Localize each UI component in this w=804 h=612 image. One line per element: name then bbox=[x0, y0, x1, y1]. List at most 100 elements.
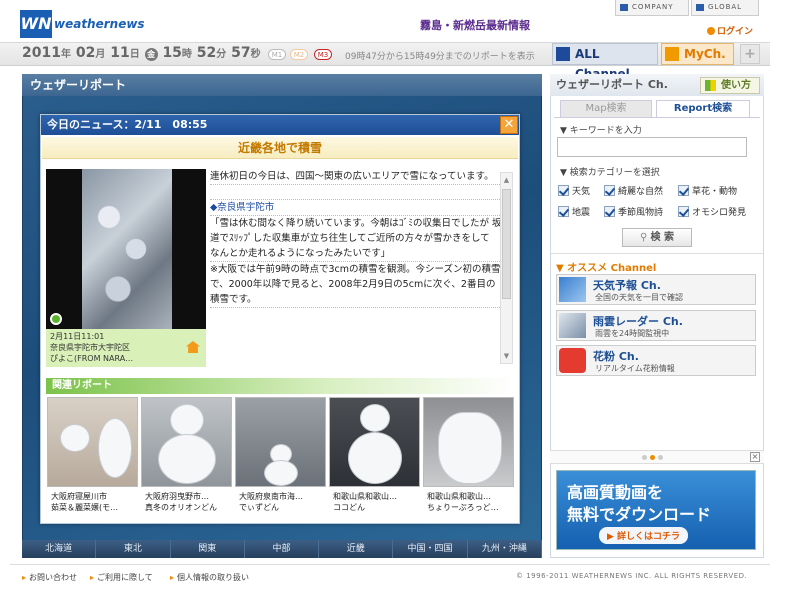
day: 11 bbox=[110, 45, 130, 61]
article-place: ◆奈良県宇陀市 bbox=[210, 200, 502, 216]
login-icon bbox=[707, 27, 715, 35]
related-photo bbox=[235, 397, 326, 487]
my-channel-label: MyCh. bbox=[684, 47, 726, 61]
related-report-item[interactable]: 大阪府羽曳野市… 真冬のオリオンどん bbox=[141, 397, 232, 517]
ad-pager: × bbox=[550, 450, 764, 464]
pager-dot[interactable] bbox=[658, 455, 663, 460]
company-icon bbox=[620, 4, 628, 11]
snowman-body bbox=[348, 432, 402, 484]
close-button[interactable]: ✕ bbox=[500, 116, 518, 134]
zoom-icon[interactable] bbox=[50, 313, 62, 325]
tab-map-search[interactable]: Map検索 bbox=[560, 100, 652, 117]
related-place: 大阪府泉南市海… bbox=[239, 492, 303, 501]
region-tab[interactable]: 九州・沖縄 bbox=[468, 540, 542, 558]
m2-toggle[interactable]: M2 bbox=[290, 49, 308, 60]
category-checkbox[interactable]: 地震 bbox=[558, 205, 590, 218]
search-button[interactable]: ⚲ 検 索 bbox=[622, 228, 692, 247]
keyword-input[interactable] bbox=[557, 137, 747, 157]
minute-unit: 分 bbox=[216, 49, 227, 60]
pager-dot[interactable] bbox=[642, 455, 647, 460]
channel-desc: 全国の天気を一目で確認 bbox=[595, 293, 683, 302]
m1-toggle[interactable]: M1 bbox=[268, 49, 286, 60]
recommend-heading: ▼ オススメ Channel bbox=[556, 263, 657, 274]
all-channel-button[interactable]: ALL Channel bbox=[552, 43, 658, 81]
tv-icon bbox=[665, 47, 679, 61]
news-title: 近畿各地で積雪 bbox=[42, 137, 518, 159]
logo-mark: WN bbox=[20, 10, 52, 38]
article-scrollbar[interactable]: ▲ ▼ bbox=[500, 172, 513, 364]
pager-dot-active[interactable] bbox=[650, 455, 655, 460]
m3-toggle[interactable]: M3 bbox=[314, 49, 332, 60]
global-icon bbox=[696, 4, 704, 11]
related-place: 和歌山県和歌山… bbox=[427, 492, 491, 501]
footer-link-privacy[interactable]: 個人情報の取り扱い bbox=[170, 572, 249, 583]
region-tab[interactable]: 中国・四国 bbox=[393, 540, 468, 558]
add-channel-button[interactable]: + bbox=[740, 44, 760, 64]
caption-user[interactable]: ぴよこ(FROM NARA… bbox=[50, 353, 202, 364]
region-tab[interactable]: 中部 bbox=[245, 540, 320, 558]
category-checkbox[interactable]: 季節風物詩 bbox=[604, 205, 663, 218]
channel-pollen[interactable]: 花粉 Ch. リアルタイム花粉情報 bbox=[556, 345, 756, 376]
search-button-label: 検 索 bbox=[650, 232, 674, 243]
related-report-item[interactable]: 和歌山県和歌山… ココどん bbox=[329, 397, 420, 517]
logo-text: weathernews bbox=[54, 17, 145, 31]
related-user: 真冬のオリオンどん bbox=[145, 503, 217, 512]
pollen-face-icon bbox=[559, 348, 586, 373]
company-button[interactable]: COMPANY bbox=[615, 0, 689, 16]
weekday-badge: 金 bbox=[144, 48, 158, 61]
scroll-up-icon[interactable]: ▲ bbox=[502, 174, 511, 186]
category-label-text: オモシロ発見 bbox=[692, 208, 747, 218]
time-range-info: 09時47分から15時49分までのリポートを表示 bbox=[345, 52, 535, 62]
tab-report-search[interactable]: Report検索 bbox=[656, 100, 750, 117]
search-icon: ⚲ bbox=[640, 232, 651, 243]
region-tab[interactable]: 近畿 bbox=[319, 540, 394, 558]
keyword-label: ▼ キーワードを入力 bbox=[560, 126, 642, 136]
scroll-down-icon[interactable]: ▼ bbox=[502, 350, 511, 362]
company-label: COMPANY bbox=[632, 3, 674, 11]
region-tab[interactable]: 北海道 bbox=[22, 540, 97, 558]
usage-button[interactable]: 使い方 bbox=[700, 77, 760, 94]
global-button[interactable]: GLOBAL bbox=[691, 0, 759, 16]
headline-link[interactable]: 霧島・新燃岳最新情報 bbox=[420, 17, 530, 33]
scroll-thumb[interactable] bbox=[502, 189, 511, 299]
video-download-banner[interactable]: 高画質動画を 無料でダウンロード ▶ 詳しくはコチラ bbox=[556, 470, 756, 550]
day-unit: 日 bbox=[129, 49, 140, 60]
channel-rain-radar[interactable]: 雨雲レーダー Ch. 雨雲を24時間監視中 bbox=[556, 310, 756, 341]
caption-date: 2月11日11:01 bbox=[50, 332, 105, 341]
related-report-item[interactable]: 大阪府泉南市海… でぃずどん bbox=[235, 397, 326, 517]
article-spacer bbox=[210, 185, 502, 200]
channel-weather[interactable]: 天気予報 Ch. 全国の天気を一目で確認 bbox=[556, 274, 756, 305]
my-channel-button[interactable]: MyCh. bbox=[661, 43, 734, 65]
article-quote: 「雪は休む間なく降り続いています。今朝はｺﾞﾐの収集日でしたが 坂道でｽﾘｯﾌﾟ… bbox=[210, 216, 502, 262]
report-photo[interactable] bbox=[46, 169, 206, 329]
footer-link-contact[interactable]: お問い合わせ bbox=[22, 572, 77, 583]
related-place: 和歌山県和歌山… bbox=[333, 492, 397, 501]
category-checkbox[interactable]: 綺麗な自然 bbox=[604, 184, 663, 197]
weathernews-logo[interactable]: WN weathernews bbox=[20, 10, 145, 40]
close-ad-icon[interactable]: × bbox=[750, 452, 760, 462]
checkbox-icon bbox=[678, 185, 689, 196]
category-checkbox[interactable]: 天気 bbox=[558, 184, 590, 197]
minute: 52 bbox=[196, 45, 217, 61]
related-report-item[interactable]: 大阪府寝屋川市 茹菜＆麗菜嬢(モ… bbox=[47, 397, 138, 517]
related-report-item[interactable]: 和歌山県和歌山… ちょりーぷろっど… bbox=[423, 397, 514, 517]
caption-place[interactable]: 奈良県宇陀市大宇陀区 bbox=[50, 342, 202, 353]
snowman-body bbox=[98, 418, 132, 478]
related-place: 大阪府寝屋川市 bbox=[51, 492, 107, 501]
related-caption: 大阪府寝屋川市 茹菜＆麗菜嬢(モ… bbox=[51, 491, 137, 513]
tab-divider bbox=[554, 117, 760, 118]
snowman-body bbox=[158, 434, 216, 484]
channel-name: 雨雲レーダー Ch. bbox=[593, 315, 683, 328]
checkbox-icon bbox=[678, 206, 689, 217]
category-checkbox[interactable]: オモシロ発見 bbox=[678, 205, 746, 218]
region-tab[interactable]: 東北 bbox=[96, 540, 171, 558]
usage-label: 使い方 bbox=[721, 80, 751, 91]
related-reports-header: 関連リポート bbox=[46, 378, 514, 394]
channel-name: 花粉 Ch. bbox=[593, 350, 639, 363]
banner-detail-button[interactable]: ▶ 詳しくはコチラ bbox=[599, 527, 689, 544]
region-tab[interactable]: 関東 bbox=[171, 540, 245, 558]
category-checkbox[interactable]: 草花・動物 bbox=[678, 184, 737, 197]
footer-link-terms[interactable]: ご利用に際して bbox=[90, 572, 153, 583]
login-link[interactable]: ログイン bbox=[707, 24, 753, 37]
checkbox-icon bbox=[604, 185, 615, 196]
